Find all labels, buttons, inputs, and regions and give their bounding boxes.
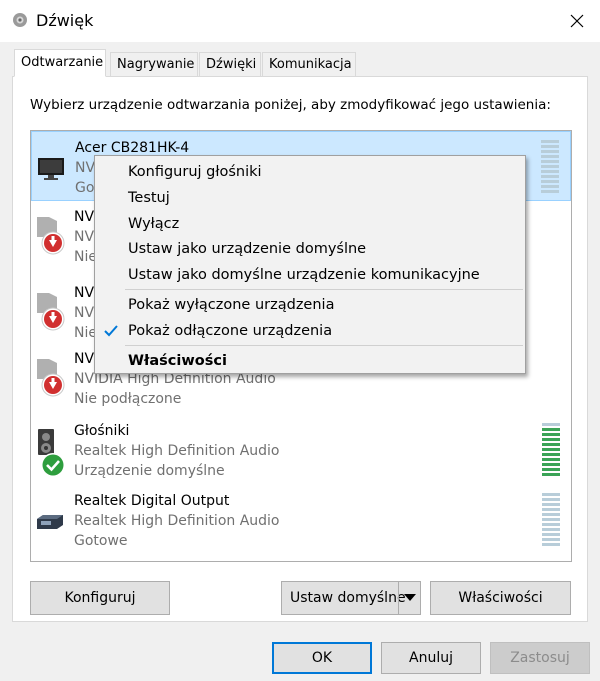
menu-item-show-disconnected[interactable]: Pokaż odłączone urządzenia [95,319,525,343]
speaker-disconnected-icon [37,217,65,255]
chevron-down-icon [403,594,416,601]
device-name: Realtek Digital Output [74,493,230,509]
volume-meter [541,140,559,196]
menu-item-configure-speakers[interactable]: Konfiguruj głośniki [95,160,525,184]
ok-button[interactable]: OK [272,642,372,674]
device-item[interactable]: Głośniki Realtek High Definition Audio U… [31,415,571,485]
monitor-icon [38,158,64,180]
cancel-button[interactable]: Anuluj [381,642,481,674]
ok-button-label: OK [311,650,333,666]
configure-button[interactable]: Konfiguruj [30,581,170,615]
close-button[interactable] [554,0,600,42]
device-name: Głośniki [74,423,130,439]
apply-button[interactable]: Zastosuj [490,642,590,674]
menu-item-properties[interactable]: Właściwości [95,349,525,373]
device-name: NV [74,209,95,225]
menu-item-test[interactable]: Testuj [95,186,525,210]
device-driver: Realtek High Definition Audio [74,443,280,459]
set-default-button-label: Ustaw domyślne [290,590,406,606]
speaker-default-icon [38,429,65,477]
context-menu: Konfiguruj głośniki Testuj Wyłącz Ustaw … [94,155,526,374]
menu-item-set-default[interactable]: Ustaw jako urządzenie domyślne [95,237,525,261]
properties-button[interactable]: Właściwości [430,581,571,615]
volume-meter [542,423,560,479]
speaker-icon [13,13,27,27]
menu-item-show-disabled[interactable]: Pokaż wyłączone urządzenia [95,293,525,317]
close-icon [570,14,584,28]
menu-item-set-default-communication[interactable]: Ustaw jako domyślne urządzenie komunikac… [95,263,525,287]
tab-nagrywanie[interactable]: Nagrywanie [110,52,198,76]
menu-separator [125,345,523,346]
device-status: Urządzenie domyślne [74,463,225,479]
device-name: NV [74,285,95,301]
properties-button-label: Właściwości [458,590,543,606]
menu-item-disable[interactable]: Wyłącz [95,212,525,236]
device-driver: NV [74,229,95,245]
tab-dzwieki[interactable]: Dźwięki [199,52,261,76]
device-status: Gotowe [74,533,128,549]
apply-button-label: Zastosuj [510,650,570,666]
set-default-dropdown[interactable] [398,582,420,614]
device-name: NV [74,351,95,367]
device-name: Acer CB281HK-4 [75,140,190,156]
device-driver: NV [74,305,95,321]
device-item[interactable]: Realtek Digital Output Realtek High Defi… [31,485,571,555]
speaker-disconnected-icon [37,359,65,397]
configure-button-label: Konfiguruj [64,590,136,606]
speaker-disconnected-icon [37,293,65,331]
tab-komunikacja[interactable]: Komunikacja [262,52,356,76]
volume-meter [542,493,560,549]
device-status: Nie podłączone [74,391,182,407]
digital-output-icon [37,515,63,529]
checkmark-icon [104,325,118,337]
tab-odtwarzanie[interactable]: Odtwarzanie [14,49,106,77]
device-driver: Realtek High Definition Audio [74,513,280,529]
device-driver: NV [75,160,96,176]
instruction-text: Wybierz urządzenie odtwarzania poniżej, … [30,97,551,113]
set-default-button[interactable]: Ustaw domyślne [281,581,421,615]
cancel-button-label: Anuluj [409,650,453,666]
window-title: Dźwięk [36,11,94,30]
title-bar: Dźwięk [0,0,600,42]
menu-separator [125,289,523,290]
menu-item-label: Pokaż odłączone urządzenia [128,323,333,339]
